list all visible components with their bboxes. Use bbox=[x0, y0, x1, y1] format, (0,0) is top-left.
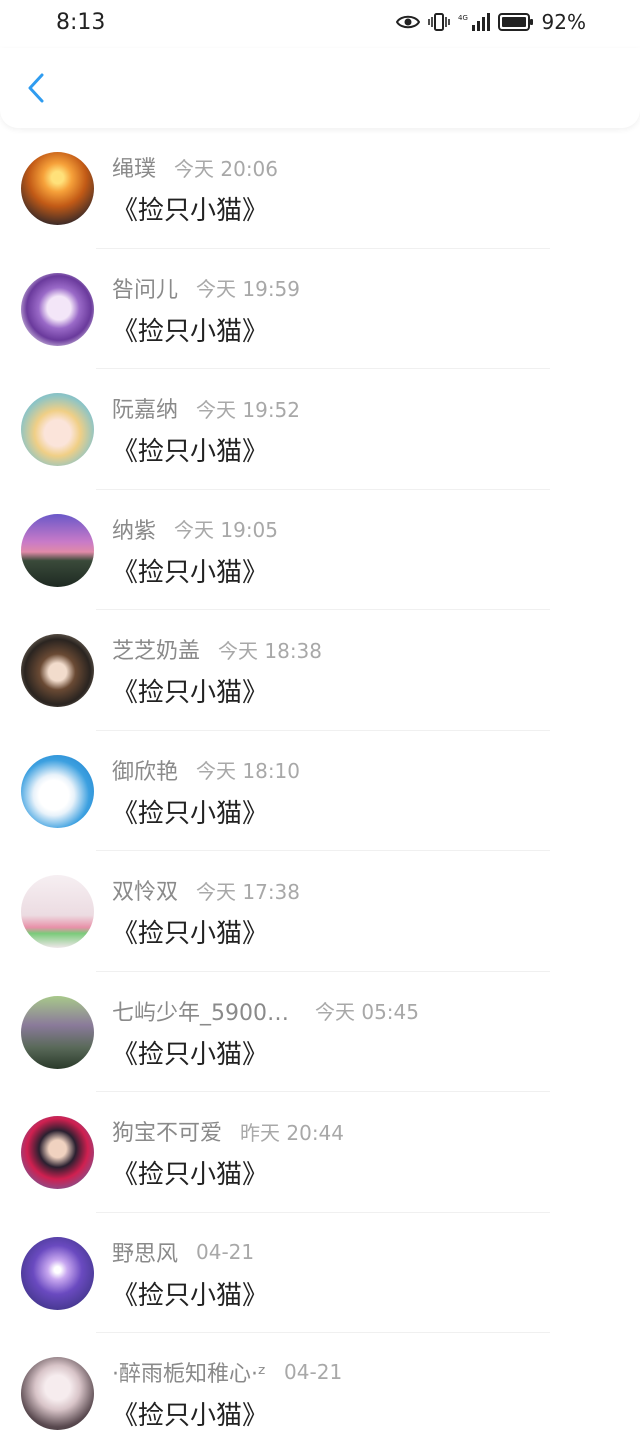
avatar[interactable] bbox=[21, 152, 94, 225]
comment-time: 昨天 20:44 bbox=[240, 1120, 345, 1145]
avatar[interactable] bbox=[21, 1116, 94, 1189]
comment-time: 今天 19:59 bbox=[196, 277, 301, 301]
comment-text: 《捡只小猫》 bbox=[112, 919, 269, 949]
comment-text: 《捡只小猫》 bbox=[112, 437, 269, 467]
avatar[interactable] bbox=[21, 513, 94, 587]
vibrate-icon bbox=[427, 12, 450, 32]
comment-text: 《捡只小猫》 bbox=[112, 1401, 269, 1431]
comment-time: 今天 17:38 bbox=[196, 879, 301, 904]
chevron-left-icon bbox=[28, 73, 44, 103]
avatar[interactable] bbox=[21, 875, 94, 948]
comment-text: 《捡只小猫》 bbox=[112, 557, 269, 588]
status-time: 8:13 bbox=[56, 10, 106, 35]
eye-icon bbox=[395, 14, 420, 30]
list-item[interactable]: 御欣艳 今天 18:10 《捡只小猫》 bbox=[0, 731, 640, 851]
comment-time: 今天 20:06 bbox=[174, 156, 279, 181]
comment-time: 今天 05:45 bbox=[315, 1000, 419, 1024]
comment-text: 《捡只小猫》 bbox=[112, 678, 269, 708]
user-name[interactable]: 七屿少年_5900… bbox=[112, 995, 289, 1027]
user-name[interactable]: 狗宝不可爱 bbox=[112, 1115, 222, 1147]
list-item[interactable]: 双怜双 今天 17:38 《捡只小猫》 bbox=[0, 851, 640, 972]
battery-percent: 92% bbox=[541, 10, 586, 34]
avatar[interactable] bbox=[21, 1357, 94, 1430]
list-item[interactable]: ·醉雨栀知稚心·ᶻ 04-21 《捡只小猫》 bbox=[0, 1333, 640, 1454]
avatar[interactable] bbox=[21, 1236, 94, 1310]
comment-time: 今天 18:38 bbox=[218, 638, 323, 663]
list-item[interactable]: 七屿少年_5900… 今天 05:45 《捡只小猫》 bbox=[0, 972, 640, 1092]
comment-text: 《捡只小猫》 bbox=[112, 1160, 269, 1190]
user-name[interactable]: 阮嘉纳 bbox=[112, 392, 178, 424]
list-item[interactable]: 纳紫 今天 19:05 《捡只小猫》 bbox=[0, 490, 640, 610]
back-button[interactable] bbox=[18, 68, 54, 108]
comment-text: 《捡只小猫》 bbox=[112, 1280, 269, 1311]
avatar[interactable] bbox=[21, 272, 94, 346]
list-item[interactable]: 阮嘉纳 今天 19:52 《捡只小猫》 bbox=[0, 369, 640, 490]
nav-bar bbox=[0, 48, 640, 128]
user-name[interactable]: 绳璞 bbox=[112, 151, 156, 183]
battery-icon bbox=[497, 12, 534, 32]
comment-time: 今天 18:10 bbox=[196, 759, 301, 783]
user-name[interactable]: 双怜双 bbox=[112, 874, 178, 906]
list-item[interactable]: 咎问儿 今天 19:59 《捡只小猫》 bbox=[0, 249, 640, 369]
comment-time: 今天 19:52 bbox=[196, 397, 301, 422]
list-item[interactable]: 野思风 04-21 《捡只小猫》 bbox=[0, 1213, 640, 1333]
user-name[interactable]: 野思风 bbox=[112, 1236, 178, 1268]
comment-text: 《捡只小猫》 bbox=[112, 798, 269, 829]
list-item[interactable]: 芝芝奶盖 今天 18:38 《捡只小猫》 bbox=[0, 610, 640, 731]
user-name[interactable]: 纳紫 bbox=[112, 513, 156, 545]
comment-time: 04-21 bbox=[196, 1239, 255, 1264]
avatar[interactable] bbox=[21, 995, 94, 1069]
comment-text: 《捡只小猫》 bbox=[112, 196, 269, 226]
list-item[interactable]: 狗宝不可爱 昨天 20:44 《捡只小猫》 bbox=[0, 1092, 640, 1213]
user-name[interactable]: 芝芝奶盖 bbox=[112, 633, 200, 665]
comment-text: 《捡只小猫》 bbox=[112, 316, 269, 347]
user-name[interactable]: ·醉雨栀知稚心·ᶻ bbox=[112, 1356, 266, 1388]
list-item[interactable]: 绳璞 今天 20:06 《捡只小猫》 bbox=[0, 128, 640, 249]
comment-list: 绳璞 今天 20:06 《捡只小猫》 咎问儿 今天 19:59 《捡只小猫》 阮嘉纳… bbox=[0, 128, 640, 1454]
comment-time: 04-21 bbox=[284, 1360, 343, 1384]
avatar[interactable] bbox=[21, 393, 94, 466]
user-name[interactable]: 咎问儿 bbox=[112, 272, 178, 304]
avatar[interactable] bbox=[21, 634, 94, 707]
user-name[interactable]: 御欣艳 bbox=[112, 754, 178, 786]
avatar[interactable] bbox=[21, 754, 94, 828]
comment-time: 今天 19:05 bbox=[174, 518, 279, 542]
network-label: 4G bbox=[458, 14, 468, 22]
signal-icon: 4G bbox=[458, 12, 490, 32]
comment-text: 《捡只小猫》 bbox=[112, 1039, 269, 1070]
status-icons: 4G 92% bbox=[395, 10, 586, 34]
status-bar: 8:13 4G 92% bbox=[0, 0, 640, 48]
